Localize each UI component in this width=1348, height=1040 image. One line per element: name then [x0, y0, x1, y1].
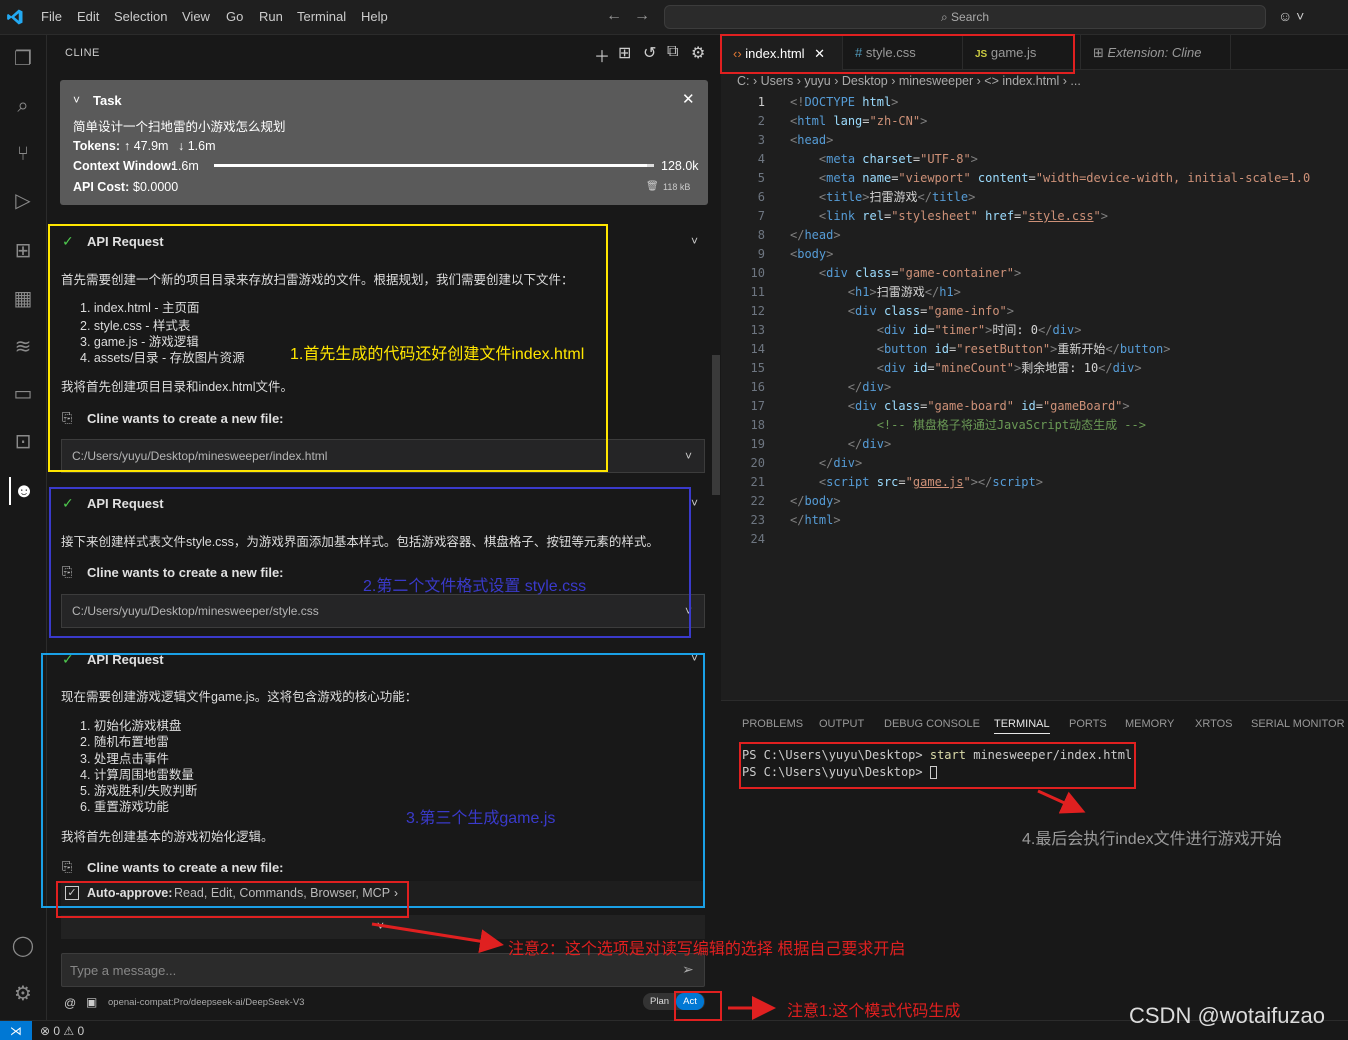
watermark: CSDN @wotaifuzao: [1129, 1003, 1325, 1028]
arrow-to-note-2: [371, 922, 504, 954]
arrow-to-terminal: [1037, 789, 1086, 814]
annotation-arrows: [371, 789, 1086, 1020]
